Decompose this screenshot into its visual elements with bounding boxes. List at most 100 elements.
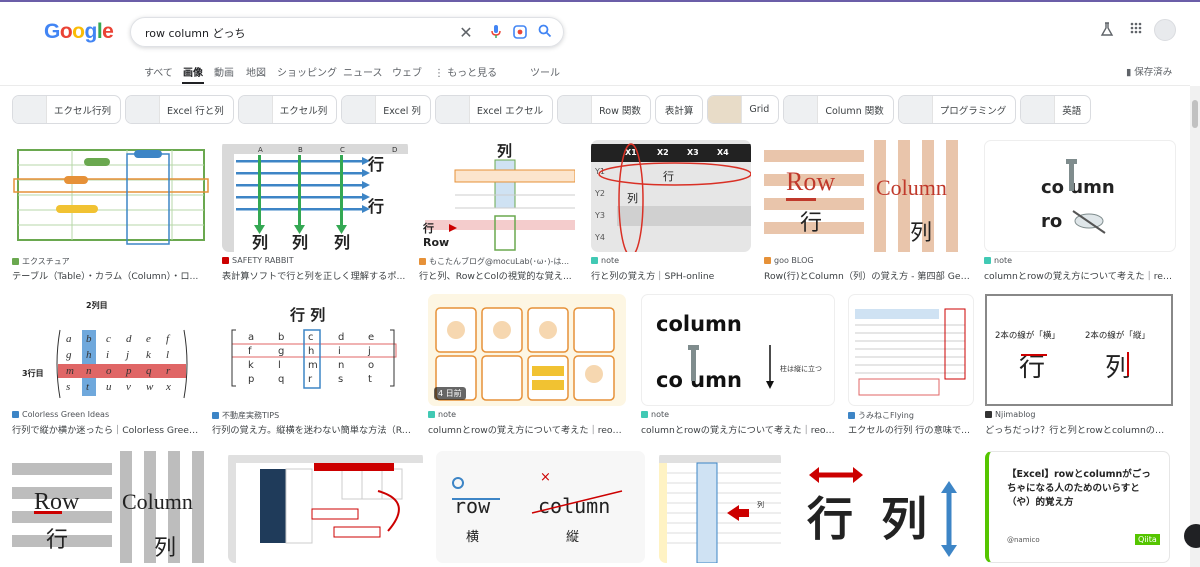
result-card[interactable] bbox=[228, 451, 423, 563]
result-image-y1-x1-table[interactable]: X1 X2 X3 X4 Y1 Y2 Y3 Y4 行 列 bbox=[591, 140, 751, 252]
result-source[interactable]: エクスチュア bbox=[12, 256, 70, 267]
chip-english[interactable]: 英語 bbox=[1020, 95, 1092, 124]
page-scrollbar[interactable] bbox=[1190, 86, 1200, 567]
tab-images[interactable]: 画像 bbox=[183, 64, 203, 79]
result-source[interactable]: 不動産実務TIPS bbox=[212, 410, 279, 421]
tab-maps[interactable]: 地図 bbox=[246, 64, 266, 79]
result-source[interactable]: Colorless Green Ideas bbox=[12, 410, 109, 419]
result-card[interactable]: ABCD 行行列列列 SAFETY RABBIT 表計算ソフトで行と列を正しく理… bbox=[222, 140, 408, 285]
result-source[interactable]: うみねこFlying bbox=[848, 410, 914, 421]
result-card[interactable]: Row Column 行 列 goo BLOG Row(行)とColumn（列）… bbox=[764, 140, 972, 285]
chip-excel-column[interactable]: Excel 列 bbox=[341, 95, 431, 124]
result-source[interactable]: note bbox=[591, 256, 619, 265]
scrollbar-thumb[interactable] bbox=[1192, 100, 1198, 128]
tools-button[interactable]: ツール bbox=[530, 64, 560, 79]
result-image-qiita[interactable]: 【Excel】rowとcolumnがごっちゃになる人のためのいらすと（や）的覚え… bbox=[985, 451, 1170, 563]
result-card[interactable]: co umn ro note columnとrowの覚え方について考えた｜reo… bbox=[984, 140, 1176, 285]
svg-text:q: q bbox=[146, 365, 152, 377]
google-logo[interactable]: Google bbox=[44, 20, 114, 44]
result-source[interactable]: もこたんブログ@mocuLab(･ω･)-は... bbox=[419, 256, 569, 267]
result-card[interactable]: 行 列 a b c d e f g h i j k l m n o p q r s t 不動産実務TIPS 行列… bbox=[212, 294, 414, 437]
result-title[interactable]: 行と列、RowとColの視覚的な覚え... bbox=[419, 268, 575, 282]
chip-column-function[interactable]: Column 関数 bbox=[783, 95, 894, 124]
result-card[interactable]: 2列目 3行目 abcdef ghijkl mnopqr stuvwx Colo… bbox=[12, 294, 200, 437]
result-title[interactable]: 行列の覚え方。縦横を迷わない簡単な方法（Ro... bbox=[212, 422, 414, 436]
result-image-cartoon-grid[interactable]: 4 日前 bbox=[428, 294, 626, 406]
date-badge: 4 日前 bbox=[434, 387, 466, 400]
result-card[interactable]: 【Excel】rowとcolumnがごっちゃになる人のためのいらすと（や）的覚え… bbox=[985, 451, 1170, 563]
saved-link[interactable]: ▮ 保存済み bbox=[1126, 64, 1172, 78]
result-title[interactable]: 表計算ソフトで行と列を正しく理解するポ... bbox=[222, 268, 408, 282]
result-source[interactable]: note bbox=[641, 410, 669, 419]
result-image-column-pillar[interactable]: co umn ro bbox=[984, 140, 1176, 252]
result-source[interactable]: Njimablog bbox=[985, 410, 1035, 419]
result-card[interactable]: column co umn 柱は縦に立つ note columnとrowの覚え方… bbox=[641, 294, 835, 437]
chip-excel-gyo-to-retsu[interactable]: Excel 行と列 bbox=[125, 95, 234, 124]
lens-icon[interactable] bbox=[511, 24, 529, 42]
result-card[interactable]: Row Column 行 列 bbox=[12, 451, 215, 563]
result-image-excel-table[interactable] bbox=[848, 294, 974, 406]
result-title[interactable]: columnとrowの覚え方について考えた｜reona... bbox=[428, 422, 626, 436]
floating-action-button[interactable] bbox=[1184, 524, 1200, 548]
result-image-gyoretsu-letters[interactable]: 行 列 a b c d e f g h i j k l m n o p q r s t bbox=[212, 294, 414, 406]
svg-text:X4: X4 bbox=[717, 148, 729, 157]
chip-spreadsheet[interactable]: 表計算 bbox=[654, 95, 704, 124]
result-image-excel-transpose[interactable] bbox=[228, 451, 423, 563]
tab-news[interactable]: ニュース bbox=[343, 64, 383, 79]
result-image-column-words[interactable]: column co umn 柱は縦に立つ bbox=[641, 294, 835, 406]
chip-thumbnail bbox=[708, 96, 743, 123]
search-input[interactable]: row column どっち bbox=[145, 25, 246, 41]
result-title[interactable]: テーブル（Table）・カラム（Column）・ロ... bbox=[12, 268, 210, 282]
result-source[interactable]: SAFETY RABBIT bbox=[222, 256, 294, 265]
result-card[interactable]: エクスチュア テーブル（Table）・カラム（Column）・ロ... bbox=[12, 140, 210, 285]
result-title[interactable]: 行と列の覚え方｜SPH-online bbox=[591, 268, 751, 282]
search-box[interactable]: row column どっち ✕ bbox=[130, 17, 564, 47]
labs-flask-icon[interactable] bbox=[1100, 22, 1114, 41]
apps-grid-icon[interactable] bbox=[1130, 22, 1142, 38]
mic-icon[interactable] bbox=[487, 24, 505, 42]
chip-row-function[interactable]: Row 関数 bbox=[557, 95, 651, 124]
chip-excel-excel[interactable]: Excel エクセル bbox=[434, 95, 554, 124]
result-source[interactable]: note bbox=[428, 410, 456, 419]
result-title[interactable]: 行列で縦か横か迷ったら｜Colorless Green... bbox=[12, 422, 200, 436]
result-image-matrix[interactable]: 2列目 3行目 abcdef ghijkl mnopqr stuvwx bbox=[12, 294, 200, 406]
result-image-two-lines[interactable]: 2本の線が「横」 2本の線が「縦」 行 列 bbox=[985, 294, 1173, 406]
clear-icon[interactable]: ✕ bbox=[457, 24, 475, 42]
result-card[interactable]: 行 列 bbox=[795, 451, 975, 563]
result-title[interactable]: columnとrowの覚え方について考えた｜reon... bbox=[641, 422, 835, 436]
account-avatar[interactable] bbox=[1154, 19, 1176, 41]
result-title[interactable]: どっちだっけ？行と列とrowとcolumnの縦横... bbox=[985, 422, 1173, 436]
search-icon[interactable] bbox=[536, 24, 554, 42]
chip-excel-retsu[interactable]: エクセル列 bbox=[237, 95, 338, 124]
result-image-row-column-bw[interactable]: Row Column 行 列 bbox=[12, 451, 215, 563]
tab-videos[interactable]: 動画 bbox=[214, 64, 234, 79]
result-card[interactable]: 4 日前 note columnとrowの覚え方について考えた｜reona... bbox=[428, 294, 626, 437]
result-card[interactable]: 2本の線が「横」 2本の線が「縦」 行 列 Njimablog どっちだっけ？行… bbox=[985, 294, 1173, 437]
result-card[interactable]: 列 bbox=[659, 451, 781, 563]
result-image-table-diagram[interactable] bbox=[12, 140, 210, 252]
result-image-excel-column-highlight[interactable]: 列 bbox=[659, 451, 781, 563]
result-card[interactable]: 列 行 Row もこたんブログ@mocuLab(･ω･)-は... 行と列、Ro… bbox=[419, 140, 575, 285]
result-image-row-col-visual[interactable]: 列 行 Row bbox=[419, 140, 575, 252]
result-title[interactable]: エクセルの行列 行の意味で... bbox=[848, 422, 974, 436]
result-image-spreadsheet-rows[interactable]: ABCD 行行列列列 bbox=[222, 140, 408, 252]
chip-thumbnail bbox=[13, 96, 47, 123]
result-source[interactable]: note bbox=[984, 256, 1012, 265]
result-card[interactable]: うみねこFlying エクセルの行列 行の意味で... bbox=[848, 294, 974, 437]
result-card[interactable]: X1 X2 X3 X4 Y1 Y2 Y3 Y4 行 列 note 行と列の覚え方｜SPH-o… bbox=[591, 140, 751, 285]
chip-programming[interactable]: プログラミング bbox=[897, 95, 1017, 124]
result-image-row-column-yoko-tate[interactable]: × row column 横 縦 bbox=[436, 451, 645, 563]
svg-text:i: i bbox=[338, 346, 341, 357]
result-image-gyoretsu-arrows[interactable]: 行 列 bbox=[795, 451, 975, 563]
tab-web[interactable]: ウェブ bbox=[392, 64, 422, 79]
result-title[interactable]: Row(行)とColumn（列）の覚え方 - 第四部 Gen... bbox=[764, 268, 972, 282]
result-source[interactable]: goo BLOG bbox=[764, 256, 814, 265]
tab-shopping[interactable]: ショッピング bbox=[277, 64, 337, 79]
chip-grid[interactable]: Grid bbox=[707, 95, 780, 124]
result-image-row-column-stripes[interactable]: Row Column 行 列 bbox=[764, 140, 972, 252]
chip-excel-gyoretsu[interactable]: エクセル行列 bbox=[12, 95, 122, 124]
result-card[interactable]: × row column 横 縦 bbox=[436, 451, 645, 563]
result-title[interactable]: columnとrowの覚え方について考えた｜reon... bbox=[984, 268, 1176, 282]
more-menu[interactable]: ⋮ もっと見る bbox=[434, 64, 497, 79]
tab-all[interactable]: すべて bbox=[144, 64, 173, 79]
